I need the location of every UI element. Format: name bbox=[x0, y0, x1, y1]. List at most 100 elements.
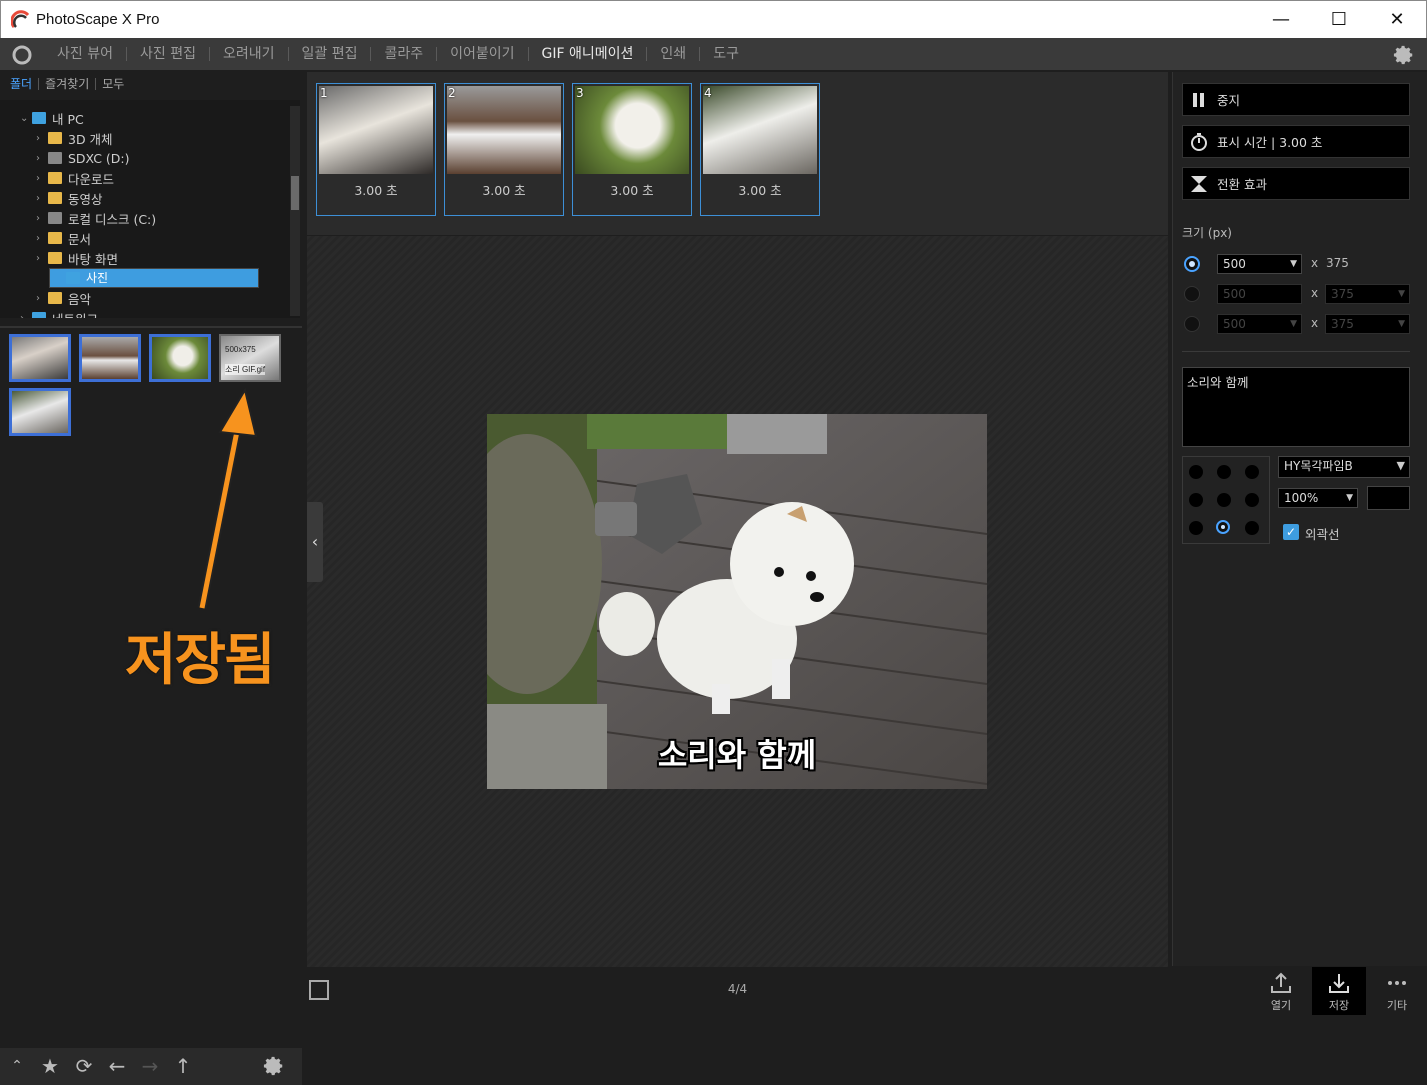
minimize-button[interactable]: — bbox=[1252, 1, 1310, 39]
expand-chevron-icon[interactable]: › bbox=[36, 133, 48, 144]
chevron-up-icon[interactable]: ⌃ bbox=[5, 1054, 29, 1078]
upload-icon bbox=[1271, 972, 1291, 993]
position-top-right[interactable] bbox=[1245, 465, 1259, 479]
position-middle-left[interactable] bbox=[1189, 493, 1203, 507]
dropdown-arrow-icon: ▼ bbox=[1398, 289, 1405, 299]
transition-button[interactable]: 전환 효과 bbox=[1182, 167, 1410, 200]
size-radio-1[interactable] bbox=[1184, 256, 1200, 272]
menu-item[interactable]: 이어붙이기 bbox=[437, 38, 527, 70]
app-menu-icon[interactable] bbox=[11, 44, 33, 66]
tree-node[interactable]: › SDXC (D:) bbox=[36, 148, 130, 168]
tree-node[interactable]: › 3D 개체 bbox=[36, 128, 113, 148]
expand-chevron-icon[interactable]: › bbox=[36, 153, 48, 164]
position-top-left[interactable] bbox=[1189, 465, 1203, 479]
display-time-button[interactable]: 표시 시간 | 3.00 초 bbox=[1182, 125, 1410, 158]
position-bottom-center[interactable] bbox=[1216, 520, 1230, 534]
refresh-icon[interactable]: ⟳ bbox=[72, 1054, 96, 1078]
back-arrow-icon[interactable]: ← bbox=[105, 1054, 129, 1078]
settings-gear-icon[interactable] bbox=[1393, 44, 1415, 66]
height-select-3[interactable]: 375 ▼ bbox=[1325, 314, 1410, 334]
thumbnail-gif-file[interactable]: 500x375 소리 GIF.gif bbox=[219, 334, 281, 382]
width-select-1[interactable]: 500 ▼ bbox=[1217, 254, 1302, 274]
position-middle-right[interactable] bbox=[1245, 493, 1259, 507]
menu-item[interactable]: 사진 뷰어 bbox=[44, 38, 126, 70]
up-arrow-icon[interactable]: ↑ bbox=[171, 1054, 195, 1078]
menu-item[interactable]: 사진 편집 bbox=[127, 38, 209, 70]
position-top-center[interactable] bbox=[1217, 465, 1231, 479]
tree-node[interactable]: › 동영상 bbox=[36, 188, 103, 208]
tree-node[interactable]: › 다운로드 bbox=[36, 168, 114, 188]
stop-label: 중지 bbox=[1217, 93, 1241, 108]
text-color-swatch[interactable] bbox=[1367, 486, 1410, 510]
star-icon[interactable]: ★ bbox=[38, 1054, 62, 1078]
width-select-3[interactable]: 500 ▼ bbox=[1217, 314, 1302, 334]
height-value-3: 375 bbox=[1331, 317, 1354, 331]
frame-duration[interactable]: 3.00 초 bbox=[573, 180, 691, 199]
save-label: 저장 bbox=[1328, 999, 1350, 1012]
sidebar-settings-gear-icon[interactable] bbox=[263, 1055, 285, 1077]
thumbnail-photo-4[interactable] bbox=[9, 388, 71, 436]
position-bottom-left[interactable] bbox=[1189, 521, 1203, 535]
expand-chevron-icon[interactable]: › bbox=[36, 173, 48, 184]
tree-node[interactable]: › 바탕 화면 bbox=[36, 248, 118, 268]
expand-chevron-icon[interactable]: ⌄ bbox=[20, 113, 32, 124]
text-scale-select[interactable]: 100% ▼ bbox=[1278, 488, 1358, 508]
collapse-panel-button[interactable]: ‹ bbox=[307, 502, 323, 582]
frame-duration[interactable]: 3.00 초 bbox=[317, 180, 435, 199]
size-radio-3[interactable] bbox=[1184, 316, 1200, 332]
menu-item[interactable]: 인쇄 bbox=[647, 38, 699, 70]
tree-node[interactable]: › 문서 bbox=[36, 228, 91, 248]
expand-chevron-icon[interactable]: › bbox=[36, 253, 48, 264]
expand-chevron-icon[interactable]: › bbox=[20, 313, 32, 319]
tree-node[interactable]: › 음악 bbox=[36, 288, 91, 308]
open-button[interactable]: 열기 bbox=[1254, 967, 1308, 1015]
expand-chevron-icon[interactable]: › bbox=[36, 293, 48, 304]
menu-item[interactable]: 일괄 편집 bbox=[289, 38, 371, 70]
animation-frame[interactable]: 2 3.00 초 bbox=[444, 83, 564, 216]
close-button[interactable]: ✕ bbox=[1368, 1, 1426, 39]
tab-favorites[interactable]: 즐겨찾기 bbox=[39, 78, 97, 90]
display-time-label: 표시 시간 | 3.00 초 bbox=[1217, 135, 1323, 150]
tree-node[interactable]: 사진 bbox=[49, 268, 259, 288]
caption-text-input[interactable]: 소리와 함께 bbox=[1182, 367, 1410, 447]
tab-all[interactable]: 모두 bbox=[96, 78, 130, 90]
menu-item[interactable]: GIF 애니메이션 bbox=[529, 38, 647, 70]
animation-frame[interactable]: 3 3.00 초 bbox=[572, 83, 692, 216]
gif-filename-label: 소리 GIF.gif bbox=[225, 364, 266, 375]
menu-item[interactable]: 오려내기 bbox=[210, 38, 288, 70]
tree-node[interactable]: ⌄ 내 PC bbox=[20, 108, 84, 128]
width-value-1: 500 bbox=[1223, 257, 1246, 271]
more-button[interactable]: 기타 bbox=[1370, 967, 1424, 1015]
thumbnail-photo-3[interactable] bbox=[149, 334, 211, 382]
animation-frame[interactable]: 1 3.00 초 bbox=[316, 83, 436, 216]
position-bottom-right[interactable] bbox=[1245, 521, 1259, 535]
menu-item[interactable]: 도구 bbox=[700, 38, 752, 70]
animation-frame[interactable]: 4 3.00 초 bbox=[700, 83, 820, 216]
save-button[interactable]: 저장 bbox=[1312, 967, 1366, 1015]
position-middle-center[interactable] bbox=[1217, 493, 1231, 507]
expand-chevron-icon[interactable]: › bbox=[36, 193, 48, 204]
size-radio-2[interactable] bbox=[1184, 286, 1200, 302]
font-select[interactable]: HY목각파임B ▼ bbox=[1278, 456, 1410, 478]
scrollbar-thumb[interactable] bbox=[291, 176, 299, 210]
frames-strip: 1 3.00 초 2 3.00 초 3 3.00 초 4 3.00 초 bbox=[307, 72, 1168, 235]
thumbnail-photo-2[interactable] bbox=[79, 334, 141, 382]
outline-checkbox[interactable]: ✓ bbox=[1283, 524, 1299, 540]
stop-button[interactable]: 중지 bbox=[1182, 83, 1410, 116]
tree-node[interactable]: › 네트워크 bbox=[20, 308, 98, 318]
font-value: HY목각파임B bbox=[1284, 459, 1353, 473]
forward-arrow-icon[interactable]: → bbox=[138, 1054, 162, 1078]
tab-folder[interactable]: 폴더 bbox=[4, 78, 40, 90]
tree-node[interactable]: › 로컬 디스크 (C:) bbox=[36, 208, 156, 228]
tree-scrollbar[interactable] bbox=[290, 106, 300, 316]
thumbnail-photo-1[interactable] bbox=[9, 334, 71, 382]
expand-chevron-icon[interactable]: › bbox=[36, 233, 48, 244]
maximize-button[interactable]: ☐ bbox=[1310, 1, 1368, 39]
frame-duration[interactable]: 3.00 초 bbox=[445, 180, 563, 199]
expand-chevron-icon[interactable]: › bbox=[36, 213, 48, 224]
frame-duration[interactable]: 3.00 초 bbox=[701, 180, 819, 199]
width-select-2[interactable]: 500 bbox=[1217, 284, 1302, 304]
menu-item[interactable]: 콜라주 bbox=[371, 38, 436, 70]
height-select-2[interactable]: 375 ▼ bbox=[1325, 284, 1410, 304]
orange-arrow-annotation bbox=[197, 387, 258, 609]
